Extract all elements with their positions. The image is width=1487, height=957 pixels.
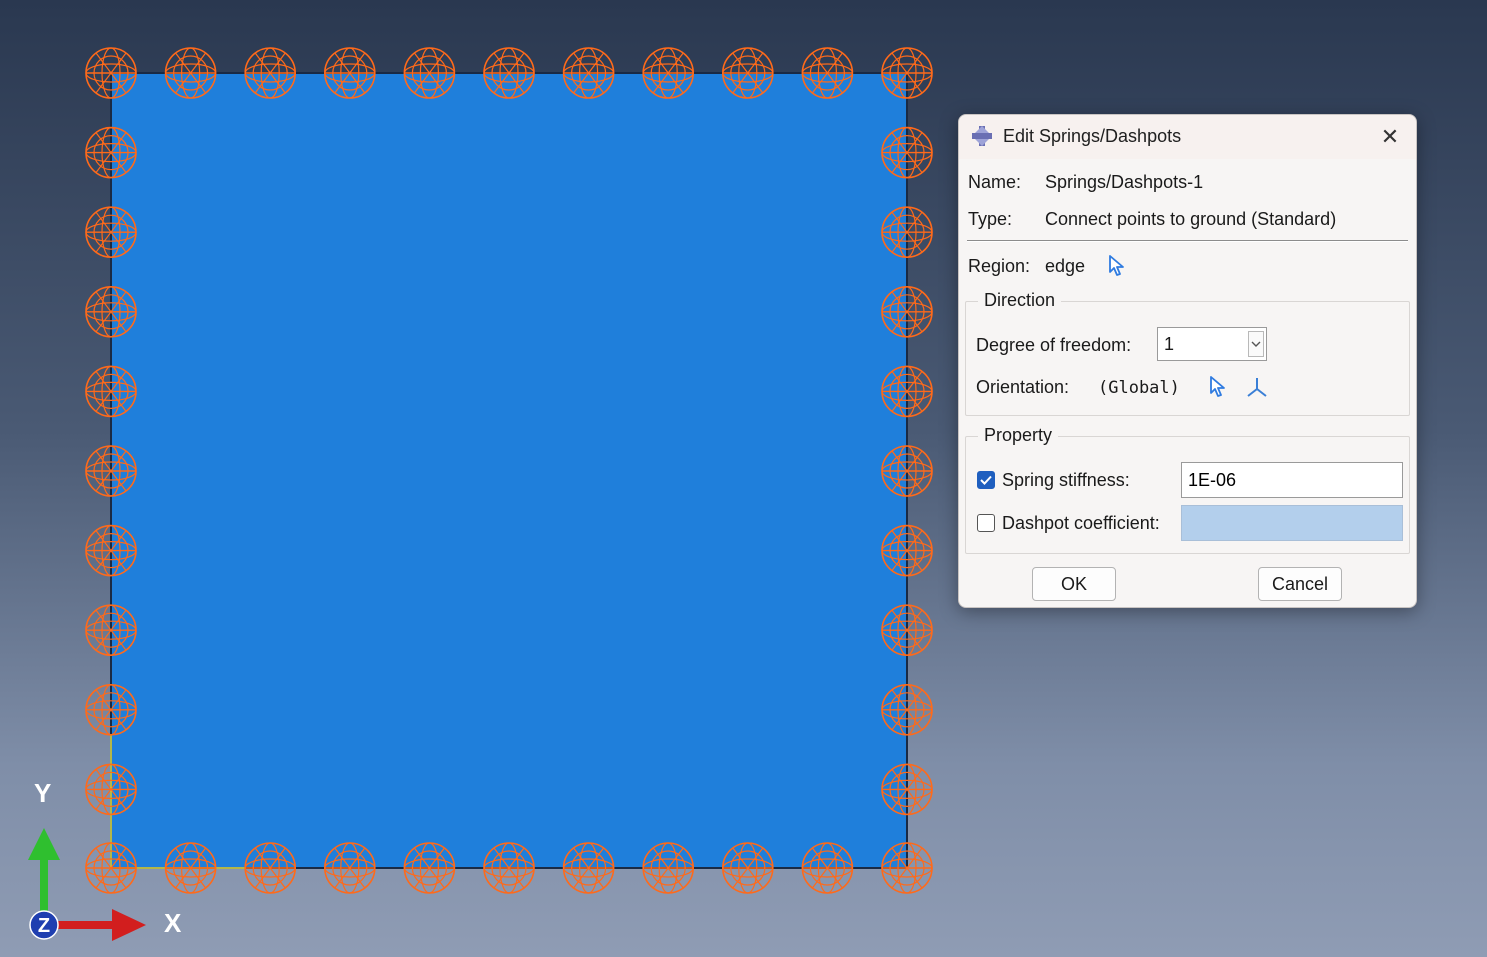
type-label: Type: — [968, 209, 1013, 229]
spring-symbol[interactable] — [881, 47, 933, 99]
name-label: Name: — [968, 172, 1022, 192]
orientation-value: (Global) — [1098, 378, 1180, 398]
region-select-arrow-icon[interactable] — [1107, 254, 1127, 278]
spring-symbol[interactable] — [244, 842, 297, 894]
spring-symbol[interactable] — [85, 285, 137, 338]
spring-symbol[interactable] — [881, 206, 933, 258]
dashpot-coefficient-checkbox[interactable] — [977, 514, 995, 532]
property-group-title: Property — [978, 425, 1059, 446]
spring-symbol[interactable] — [801, 47, 854, 99]
spring-symbol[interactable] — [562, 47, 615, 99]
spring-stiffness-input[interactable] — [1181, 462, 1403, 498]
spring-symbol[interactable] — [483, 842, 535, 894]
close-button[interactable]: ✕ — [1376, 123, 1404, 151]
spring-symbol[interactable] — [85, 842, 137, 894]
spring-symbol[interactable] — [801, 842, 854, 894]
triad-y-label: Y — [34, 778, 52, 808]
spring-symbol[interactable] — [881, 763, 933, 816]
spring-stiffness-label: Spring stiffness: — [1002, 470, 1130, 490]
spring-symbol[interactable] — [85, 604, 137, 657]
region-value: edge — [1045, 256, 1086, 276]
spring-symbol[interactable] — [85, 763, 137, 816]
edit-springs-dialog: Edit Springs/Dashpots ✕ Name: Springs/Da… — [958, 114, 1417, 608]
spring-symbol[interactable] — [85, 445, 137, 497]
spring-symbol[interactable] — [721, 47, 774, 99]
type-value: Connect points to ground (Standard) — [1045, 209, 1337, 229]
spring-symbol[interactable] — [323, 47, 376, 99]
spring-symbol[interactable] — [881, 524, 933, 577]
triad-z-label: Z — [38, 915, 50, 937]
spring-symbol[interactable] — [881, 842, 933, 894]
spring-symbol[interactable] — [881, 683, 933, 736]
dialog-title: Edit Springs/Dashpots — [1003, 126, 1182, 146]
spring-symbol[interactable] — [85, 206, 137, 258]
spring-symbol[interactable] — [483, 47, 535, 99]
dashpot-coefficient-input[interactable] — [1181, 505, 1403, 541]
spring-symbol[interactable] — [164, 842, 217, 894]
cancel-button[interactable]: Cancel — [1258, 567, 1342, 601]
spring-symbol[interactable] — [85, 126, 137, 179]
spring-symbol[interactable] — [721, 842, 774, 894]
chevron-down-icon[interactable] — [1248, 331, 1264, 357]
spring-stiffness-checkbox[interactable] — [977, 471, 995, 489]
spring-symbol[interactable] — [85, 524, 137, 577]
triad-x-arrowhead — [112, 909, 146, 941]
springs-dashpots-icon — [972, 126, 992, 146]
spring-symbol[interactable] — [562, 842, 615, 894]
triad-y-arrowhead — [28, 828, 60, 860]
header-separator — [967, 240, 1408, 242]
spring-symbol[interactable] — [881, 126, 933, 179]
direction-group-title: Direction — [978, 290, 1062, 311]
part-face[interactable] — [110, 72, 908, 869]
dof-select[interactable]: 1 — [1157, 327, 1267, 361]
spring-symbol[interactable] — [85, 47, 137, 99]
region-label: Region: — [968, 256, 1031, 276]
spring-symbol[interactable] — [881, 445, 933, 497]
triad-x-label: X — [164, 908, 182, 938]
spring-symbol[interactable] — [642, 842, 695, 894]
dof-value: 1 — [1164, 334, 1175, 354]
spring-symbol[interactable] — [642, 47, 695, 99]
close-icon: ✕ — [1380, 124, 1400, 149]
spring-symbol[interactable] — [323, 842, 376, 894]
spring-symbol[interactable] — [881, 365, 933, 418]
ok-button[interactable]: OK — [1032, 567, 1116, 601]
dof-label: Degree of freedom: — [976, 335, 1132, 355]
csys-create-icon[interactable] — [1245, 375, 1269, 399]
orientation-select-arrow-icon[interactable] — [1208, 375, 1228, 399]
spring-symbol[interactable] — [164, 47, 217, 99]
dialog-titlebar[interactable]: Edit Springs/Dashpots ✕ — [959, 115, 1416, 159]
orientation-label: Orientation: — [976, 377, 1070, 397]
dashpot-coefficient-label: Dashpot coefficient: — [1002, 513, 1160, 533]
spring-symbol[interactable] — [85, 683, 137, 736]
spring-symbol[interactable] — [881, 285, 933, 338]
name-value: Springs/Dashpots-1 — [1045, 172, 1204, 192]
spring-symbol[interactable] — [85, 365, 137, 418]
spring-symbol[interactable] — [881, 604, 933, 657]
spring-symbol[interactable] — [244, 47, 297, 99]
checkmark-icon — [980, 475, 992, 485]
spring-symbol[interactable] — [403, 47, 456, 99]
spring-symbol[interactable] — [403, 842, 456, 894]
